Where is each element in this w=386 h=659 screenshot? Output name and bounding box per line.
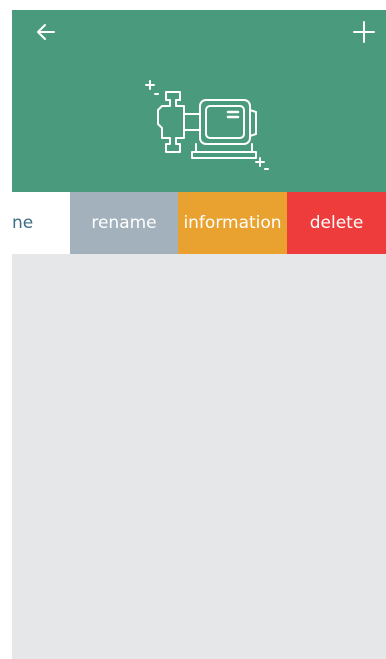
delete-button[interactable]: delete — [287, 192, 386, 254]
back-arrow-icon — [37, 24, 55, 40]
information-label: information — [183, 213, 282, 233]
information-button[interactable]: information — [178, 192, 287, 254]
item-name[interactable]: ne — [12, 192, 70, 254]
plus-icon — [353, 21, 375, 43]
back-button[interactable] — [24, 10, 68, 54]
hero-banner — [12, 54, 386, 192]
pump-icon — [145, 80, 269, 170]
delete-label: delete — [309, 213, 364, 233]
rename-button[interactable]: rename — [70, 192, 178, 254]
item-name-label: ne — [12, 213, 34, 233]
top-bar — [12, 10, 386, 54]
rename-label: rename — [91, 213, 157, 233]
list-item[interactable]: ne rename information delete — [12, 192, 386, 254]
app-screen: ne rename information delete — [12, 10, 386, 659]
add-button[interactable] — [342, 10, 386, 54]
